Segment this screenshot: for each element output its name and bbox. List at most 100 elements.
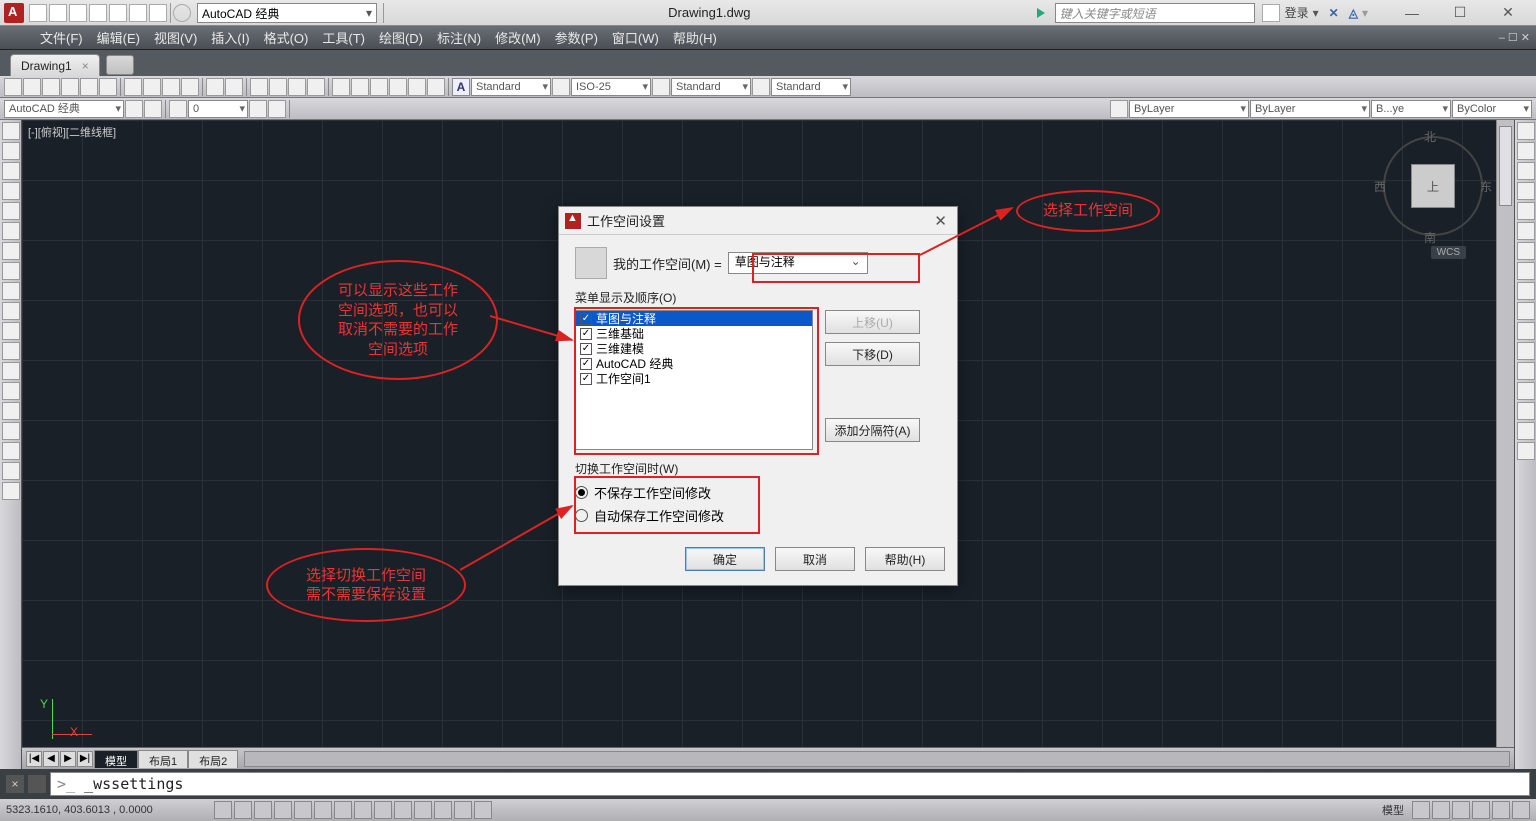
viewcube-west[interactable]: 西 [1374, 178, 1386, 195]
workspace-listbox[interactable]: ✓草图与注释 ✓三维基础 ✓三维建模 ✓AutoCAD 经典 ✓工作空间1 [575, 310, 813, 450]
viewcube-east[interactable]: 东 [1480, 178, 1492, 195]
xline-icon[interactable] [2, 142, 20, 160]
file-tab-drawing1[interactable]: Drawing1 × [10, 54, 100, 76]
polar-toggle-icon[interactable] [274, 801, 292, 819]
am-toggle-icon[interactable] [474, 801, 492, 819]
tb-match-icon[interactable] [181, 78, 199, 96]
3dosnap-toggle-icon[interactable] [314, 801, 332, 819]
my-workspace-select[interactable]: 草图与注释 [728, 252, 868, 274]
otrack-toggle-icon[interactable] [334, 801, 352, 819]
layout-hscroll[interactable] [244, 751, 1510, 767]
list-item[interactable]: ✓三维建模 [576, 341, 812, 356]
scale-icon[interactable] [1517, 262, 1535, 280]
list-item[interactable]: ✓草图与注释 [576, 311, 812, 326]
sc-toggle-icon[interactable] [454, 801, 472, 819]
tb-dcenter-icon[interactable] [351, 78, 369, 96]
menu-edit[interactable]: 编辑(E) [97, 28, 140, 47]
join-icon[interactable] [1517, 362, 1535, 380]
viewcube-top-face[interactable]: 上 [1411, 164, 1455, 208]
qat-print-icon[interactable] [109, 4, 127, 22]
ellipsearc-icon[interactable] [2, 322, 20, 340]
login-label[interactable]: 登录 [1285, 4, 1309, 21]
break-icon[interactable] [1517, 342, 1535, 360]
gear-icon[interactable] [173, 4, 191, 22]
window-close[interactable]: ✕ [1486, 1, 1530, 25]
viewport-label[interactable]: [-][俯视][二维线框] [28, 124, 116, 140]
extend-icon[interactable] [1517, 322, 1535, 340]
dialog-titlebar[interactable]: 工作空间设置 ✕ [559, 207, 957, 235]
osnap-toggle-icon[interactable] [294, 801, 312, 819]
fillet-icon[interactable] [1517, 402, 1535, 420]
tb-pan-icon[interactable] [250, 78, 268, 96]
help-button[interactable]: 帮助(H) [865, 547, 945, 571]
mtext-icon[interactable] [2, 482, 20, 500]
radio-auto-save[interactable]: 自动保存工作空间修改 [575, 504, 941, 527]
qp-toggle-icon[interactable] [434, 801, 452, 819]
window-minimize[interactable]: — [1390, 1, 1434, 25]
list-item[interactable]: ✓三维基础 [576, 326, 812, 341]
workspace-combo[interactable]: AutoCAD 经典 [197, 3, 377, 23]
qat-new-icon[interactable] [29, 4, 47, 22]
hatch-icon[interactable] [2, 402, 20, 420]
copy-icon[interactable] [1517, 142, 1535, 160]
viewcube-north[interactable]: 北 [1424, 128, 1436, 145]
table-style-icon[interactable] [652, 78, 670, 96]
login-dropdown-icon[interactable]: ▾ [1313, 6, 1319, 20]
dyn-toggle-icon[interactable] [374, 801, 392, 819]
layer-iso-icon[interactable] [249, 100, 267, 118]
tb-new-icon[interactable] [4, 78, 22, 96]
menu-modify[interactable]: 修改(M) [495, 28, 541, 47]
text-style-icon[interactable]: A [452, 78, 470, 96]
menu-view[interactable]: 视图(V) [154, 28, 197, 47]
menu-help[interactable]: 帮助(H) [673, 28, 717, 47]
grid-toggle-icon[interactable] [234, 801, 252, 819]
cmdline-close-icon[interactable]: × [6, 775, 24, 793]
tb-paste-icon[interactable] [162, 78, 180, 96]
layout-tab-1[interactable]: 布局1 [138, 750, 188, 768]
color-combo[interactable]: ByLayer [1129, 100, 1249, 118]
menu-format[interactable]: 格式(O) [264, 28, 309, 47]
tb-calc-icon[interactable] [427, 78, 445, 96]
add-separator-button[interactable]: 添加分隔符(A) [825, 418, 920, 442]
ducs-toggle-icon[interactable] [354, 801, 372, 819]
menu-insert[interactable]: 插入(I) [211, 28, 249, 47]
tpy-toggle-icon[interactable] [414, 801, 432, 819]
tb-zoomwin-icon[interactable] [288, 78, 306, 96]
stretch-icon[interactable] [1517, 282, 1535, 300]
layout-nav-first[interactable]: |◀ [26, 751, 42, 767]
tb-prop-icon[interactable] [332, 78, 350, 96]
snap-toggle-icon[interactable] [214, 801, 232, 819]
layout-tab-2[interactable]: 布局2 [188, 750, 238, 768]
tb-copy-icon[interactable] [143, 78, 161, 96]
tb-toolpal-icon[interactable] [370, 78, 388, 96]
menu-tools[interactable]: 工具(T) [322, 28, 365, 47]
arc-icon[interactable] [2, 222, 20, 240]
line-icon[interactable] [2, 122, 20, 140]
qat-save-icon[interactable] [69, 4, 87, 22]
polygon-icon[interactable] [2, 182, 20, 200]
plotstyle-combo[interactable]: ByColor [1452, 100, 1532, 118]
text-style-combo[interactable]: Standard [471, 78, 551, 96]
ws-settings-icon[interactable] [125, 100, 143, 118]
command-input[interactable]: >_ _wssettings [50, 772, 1530, 796]
menu-draw[interactable]: 绘图(D) [379, 28, 423, 47]
viewcube[interactable]: 上 北 南 东 西 [1378, 132, 1488, 242]
radio-no-save[interactable]: 不保存工作空间修改 [575, 481, 941, 504]
explode-icon[interactable] [1517, 442, 1535, 460]
color-icon[interactable] [1110, 100, 1128, 118]
new-tab-button[interactable] [106, 55, 134, 75]
qat-redo-icon[interactable] [149, 4, 167, 22]
qat-saveas-icon[interactable] [89, 4, 107, 22]
menu-file[interactable]: 文件(F) [40, 28, 83, 47]
erase-icon[interactable] [1517, 122, 1535, 140]
list-item[interactable]: ✓AutoCAD 经典 [576, 356, 812, 371]
play-icon[interactable] [1037, 8, 1045, 18]
ml-style-combo[interactable]: Standard [771, 78, 851, 96]
tb-zoomprev-icon[interactable] [307, 78, 325, 96]
tb-save-icon[interactable] [42, 78, 60, 96]
tb-preview-icon[interactable] [80, 78, 98, 96]
isolate-icon[interactable] [1492, 801, 1510, 819]
lineweight-combo[interactable]: B...ye [1371, 100, 1451, 118]
rotate-icon[interactable] [1517, 242, 1535, 260]
tb-sheetset-icon[interactable] [389, 78, 407, 96]
